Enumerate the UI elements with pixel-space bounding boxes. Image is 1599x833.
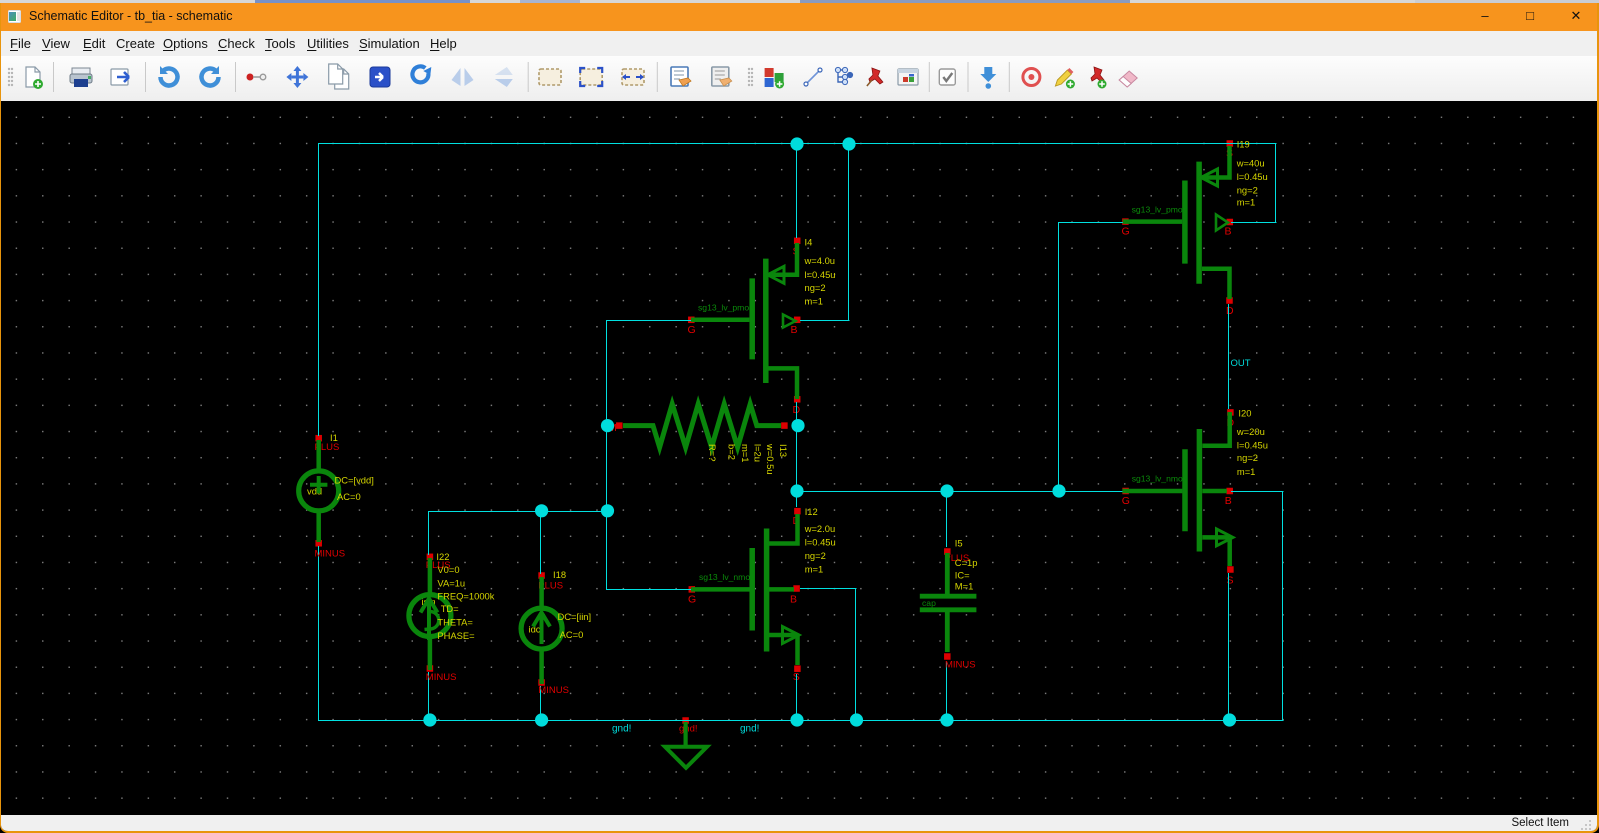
svg-text:OUT: OUT xyxy=(1231,358,1251,369)
svg-text:PHASE=: PHASE= xyxy=(437,630,475,641)
svg-text:I4: I4 xyxy=(805,237,813,248)
svg-text:G: G xyxy=(688,324,696,336)
svg-text:AC=0: AC=0 xyxy=(337,491,361,502)
svg-text:G: G xyxy=(688,594,696,606)
svg-text:V0=0: V0=0 xyxy=(437,564,459,575)
svg-text:I1: I1 xyxy=(330,432,338,443)
svg-text:w=2.0u: w=2.0u xyxy=(804,523,836,534)
svg-text:I13: I13 xyxy=(778,444,789,457)
svg-text:VA=1u: VA=1u xyxy=(437,577,465,588)
svg-text:l=0.45u: l=0.45u xyxy=(1237,171,1268,182)
svg-text:I5: I5 xyxy=(955,538,963,549)
svg-text:I20: I20 xyxy=(1238,408,1251,419)
svg-text:w=4.0u: w=4.0u xyxy=(804,255,836,266)
svg-text:B: B xyxy=(790,594,797,606)
svg-text:I19: I19 xyxy=(1237,139,1250,150)
svg-text:cap: cap xyxy=(922,598,936,608)
svg-text:G: G xyxy=(1122,226,1130,238)
svg-text:sg13_lv_pmos: sg13_lv_pmos xyxy=(1132,205,1187,215)
svg-text:gnd!: gnd! xyxy=(612,724,631,735)
svg-text:ng=2: ng=2 xyxy=(805,550,826,561)
svg-text:G: G xyxy=(1122,495,1130,507)
svg-text:ng=2: ng=2 xyxy=(805,282,826,293)
svg-text:l=0.45u: l=0.45u xyxy=(805,269,836,280)
svg-text:C=1p: C=1p xyxy=(955,557,978,568)
svg-text:m=1: m=1 xyxy=(805,296,824,307)
svg-text:sg13_lv_nmos: sg13_lv_nmos xyxy=(699,572,754,582)
svg-text:I18: I18 xyxy=(553,569,566,580)
svg-text:gnd!: gnd! xyxy=(740,724,759,735)
svg-text:AC=0: AC=0 xyxy=(560,629,584,640)
svg-text:DC=[iin]: DC=[iin] xyxy=(558,611,592,622)
svg-text:sg13_lv_pmos: sg13_lv_pmos xyxy=(698,303,753,313)
svg-text:DC=[vdd]: DC=[vdd] xyxy=(335,475,374,486)
svg-text:B: B xyxy=(1225,495,1232,507)
svg-text:MINUS: MINUS xyxy=(945,660,976,671)
svg-text:m=1: m=1 xyxy=(805,563,824,574)
svg-text:M=1: M=1 xyxy=(955,581,974,592)
svg-text:R=?: R=? xyxy=(707,444,718,461)
svg-text:TD=: TD= xyxy=(441,603,459,614)
svg-text:I22: I22 xyxy=(436,551,449,562)
svg-text:w=20u: w=20u xyxy=(1236,426,1265,437)
svg-text:m=1: m=1 xyxy=(1237,466,1256,477)
svg-text:sg13_lv_nmos: sg13_lv_nmos xyxy=(1132,474,1187,484)
svg-text:D: D xyxy=(1226,305,1234,317)
svg-text:THETA=: THETA= xyxy=(437,616,473,627)
svg-text:m=1: m=1 xyxy=(740,444,751,463)
svg-text:w=0.5u: w=0.5u xyxy=(765,443,776,475)
svg-text:gnd!: gnd! xyxy=(679,724,698,735)
svg-text:MINUS: MINUS xyxy=(315,549,346,560)
svg-text:b=2: b=2 xyxy=(727,444,738,460)
svg-text:MINUS: MINUS xyxy=(426,672,457,683)
svg-text:B: B xyxy=(791,324,798,336)
svg-text:l=2u: l=2u xyxy=(753,444,764,462)
svg-text:S: S xyxy=(1227,575,1234,587)
svg-text:FREQ=1000k: FREQ=1000k xyxy=(437,591,494,602)
svg-text:w=40u: w=40u xyxy=(1236,157,1265,168)
svg-text:MINUS: MINUS xyxy=(538,685,569,696)
svg-text:ng=2: ng=2 xyxy=(1237,185,1258,196)
svg-text:I12: I12 xyxy=(805,506,818,517)
svg-text:l=0.45u: l=0.45u xyxy=(805,537,836,548)
svg-text:IC=: IC= xyxy=(955,569,970,580)
svg-text:m=1: m=1 xyxy=(1237,197,1256,208)
svg-text:l=0.45u: l=0.45u xyxy=(1237,439,1268,450)
svg-text:ng=2: ng=2 xyxy=(1237,452,1258,463)
svg-text:B: B xyxy=(1225,226,1232,238)
